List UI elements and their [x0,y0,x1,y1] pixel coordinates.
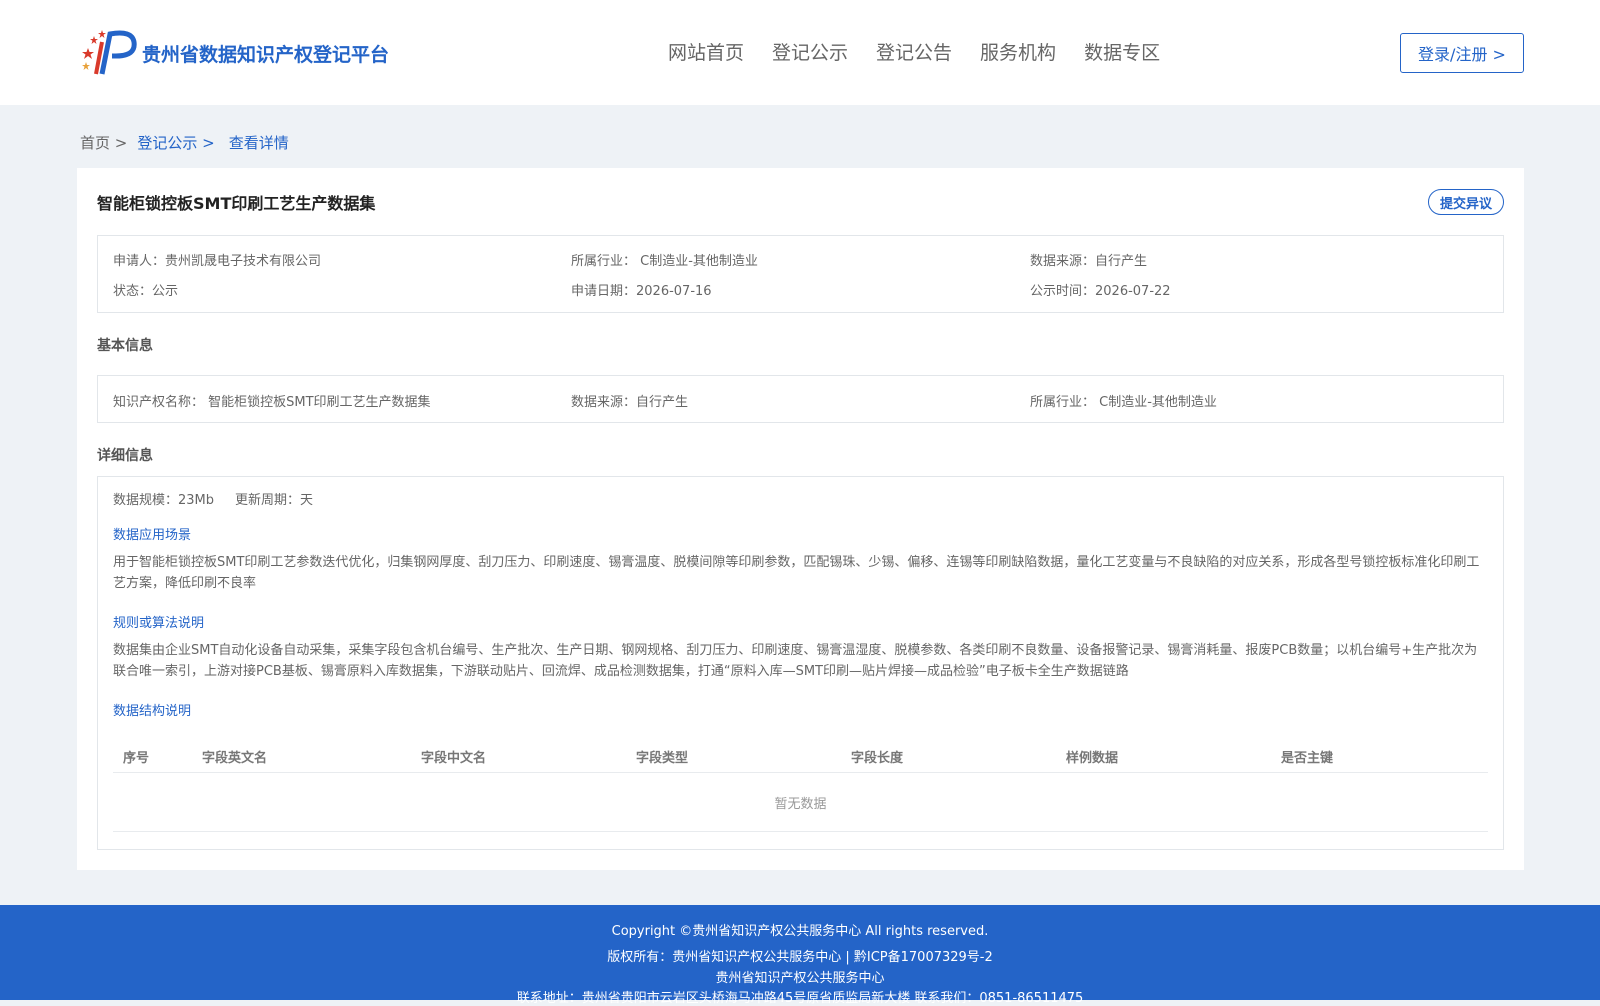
data-source: 数据来源：自行产生 [1030,254,1148,269]
nav-home[interactable]: 网站首页 [668,38,744,65]
structure-table-header: 序号 字段英文名 字段中文名 字段类型 字段长度 样例数据 是否主键 [113,735,1488,773]
basic-info-heading: 基本信息 [97,338,153,354]
applicant: 申请人：贵州凯晟电子技术有限公司 [113,254,322,269]
th-field-type: 字段类型 [636,751,689,766]
scene-text: 用于智能柜锁控板SMT印刷工艺参数迭代优化，归集钢网厚度、刮刀压力、印刷速度、锡… [113,555,1480,591]
site-logo[interactable]: 贵州省数据知识产权登记平台 [80,28,389,78]
th-english-name: 字段英文名 [202,751,268,766]
basic-data-source: 数据来源：自行产生 [571,395,689,410]
ip-name: 知识产权名称： 智能柜锁控板SMT印刷工艺生产数据集 [113,395,431,410]
detail-card: 智能柜锁控板SMT印刷工艺生产数据集 提交异议 申请人：贵州凯晟电子技术有限公司… [77,168,1524,870]
site-title: 贵州省数据知识产权登记平台 [142,43,390,66]
th-chinese-name: 字段中文名 [421,751,487,766]
breadcrumb: 首页 > 登记公示 > 查看详情 [80,132,289,153]
update-cycle: 更新周期：天 [235,493,314,508]
apply-date: 申请日期：2026-07-16 [571,284,712,299]
detail-info-heading: 详细信息 [97,448,153,464]
th-field-length: 字段长度 [851,751,904,766]
footer-address: 联系地址：贵州省贵阳市云岩区头桥海马冲路45号原省质监局新大楼 联系我们：085… [516,991,1084,1006]
th-sample-data: 样例数据 [1066,751,1119,766]
th-primary-key: 是否主键 [1281,751,1334,766]
structure-heading: 数据结构说明 [113,704,192,719]
header: 贵州省数据知识产权登记平台 网站首页 登记公示 登记公告 服务机构 数据专区 登… [0,0,1600,105]
footer-owner: 版权所有：贵州省知识产权公共服务中心 | 黔ICP备17007329号-2 [607,950,993,965]
basic-info-box: 知识产权名称： 智能柜锁控板SMT印刷工艺生产数据集 数据来源：自行产生 所属行… [97,375,1504,423]
data-scale: 数据规模：23Mb [113,493,215,508]
status: 状态：公示 [113,284,179,299]
login-register-button[interactable]: 登录/注册 > [1400,33,1524,73]
nav-data-zone[interactable]: 数据专区 [1084,38,1160,65]
breadcrumb-publicity[interactable]: 登记公示 > [137,134,214,152]
main-nav: 网站首页 登记公示 登记公告 服务机构 数据专区 [668,38,1188,65]
footer-org: 贵州省知识产权公共服务中心 [715,971,885,986]
footer-copyright: Copyright ©贵州省知识产权公共服务中心 All rights rese… [611,924,989,939]
rule-text: 数据集由企业SMT自动化设备自动采集，采集字段包含机台编号、生产批次、生产日期、… [113,643,1478,679]
publish-date: 公示时间：2026-07-22 [1030,284,1171,299]
th-index: 序号 [123,751,150,766]
detail-info-box: 数据规模：23Mb 更新周期：天 数据应用场景 用于智能柜锁控板SMT印刷工艺参… [97,476,1504,850]
page-title: 智能柜锁控板SMT印刷工艺生产数据集 [97,194,376,213]
submit-dispute-button[interactable]: 提交异议 [1428,189,1504,215]
breadcrumb-home[interactable]: 首页 > [80,134,127,152]
nav-registration-announcement[interactable]: 登记公告 [876,38,952,65]
logo-icon [82,30,137,75]
rule-heading: 规则或算法说明 [113,616,205,631]
industry: 所属行业： C制造业-其他制造业 [571,254,758,269]
nav-service-agencies[interactable]: 服务机构 [980,38,1056,65]
nav-registration-publicity[interactable]: 登记公示 [772,38,848,65]
breadcrumb-current: 查看详情 [228,134,289,152]
summary-box: 申请人：贵州凯晟电子技术有限公司 所属行业： C制造业-其他制造业 数据来源：自… [97,235,1504,313]
basic-industry: 所属行业： C制造业-其他制造业 [1030,395,1217,410]
scene-heading: 数据应用场景 [113,528,192,543]
table-empty-state: 暂无数据 [113,774,1488,832]
footer: Copyright ©贵州省知识产权公共服务中心 All rights rese… [0,905,1600,1006]
